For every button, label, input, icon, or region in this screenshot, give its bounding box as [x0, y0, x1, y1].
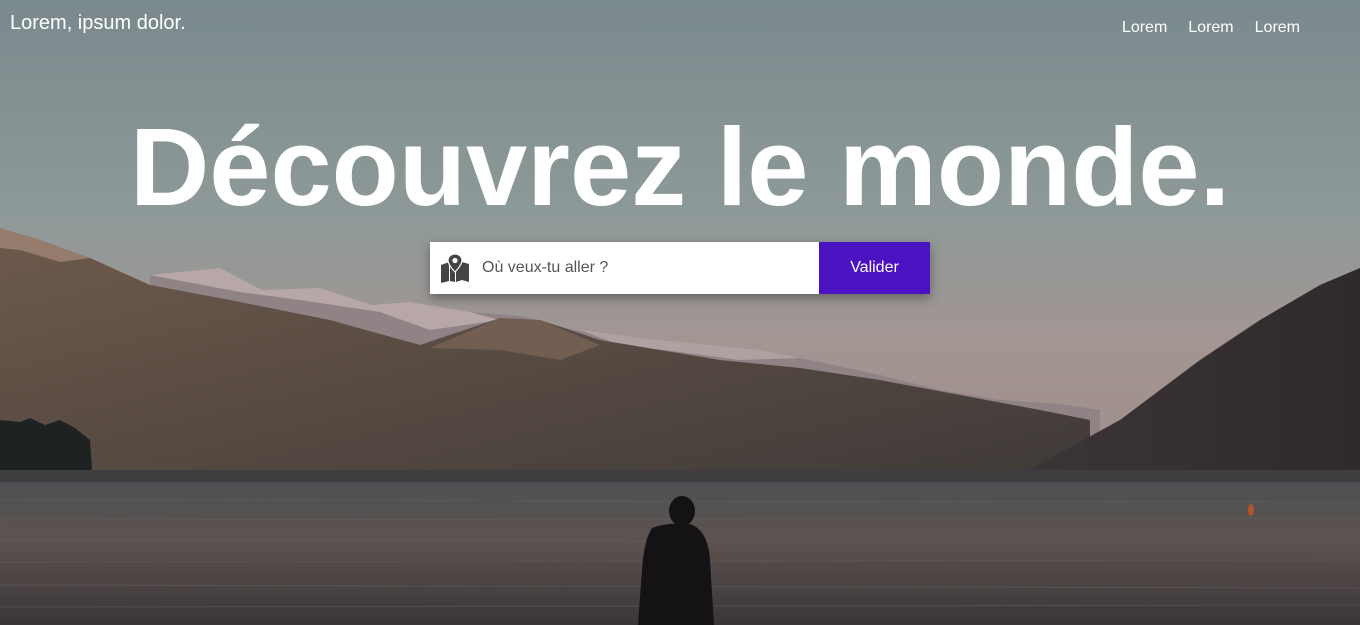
nav-link-3[interactable]: Lorem: [1255, 19, 1300, 37]
submit-button[interactable]: Valider: [819, 242, 930, 294]
destination-search-input[interactable]: [480, 258, 804, 278]
search-form: Valider: [430, 242, 930, 294]
hero-section: Lorem, ipsum dolor. Lorem Lorem Lorem Dé…: [0, 0, 1360, 625]
map-marker-icon: [441, 253, 469, 283]
background-landscape-image: [0, 0, 1360, 625]
nav-link-1[interactable]: Lorem: [1122, 19, 1167, 37]
top-nav: Lorem Lorem Lorem: [1122, 19, 1300, 37]
search-field-wrapper: [430, 242, 819, 294]
nav-link-2[interactable]: Lorem: [1188, 19, 1233, 37]
site-logo-text[interactable]: Lorem, ipsum dolor.: [10, 12, 186, 35]
hero-title: Découvrez le monde.: [129, 106, 1231, 229]
